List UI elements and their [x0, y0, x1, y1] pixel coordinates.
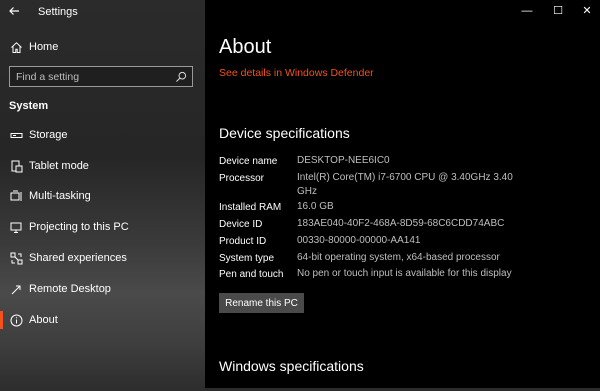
sidebar-item-about[interactable]: About [0, 306, 205, 334]
sidebar-item-label: About [29, 314, 58, 326]
spec-value-ram: 16.0 GB [297, 201, 334, 212]
projecting-icon [9, 220, 23, 234]
storage-icon [9, 128, 23, 142]
spec-label-device-name: Device name [219, 156, 278, 167]
sidebar-item-label: Home [29, 41, 59, 53]
sidebar: Settings Home System Storage Tablet mode… [0, 0, 205, 391]
shared-experiences-icon [9, 251, 23, 265]
sidebar-item-multitasking[interactable]: Multi-tasking [0, 182, 205, 210]
rename-pc-button[interactable]: Rename this PC [219, 293, 304, 313]
sidebar-item-projecting[interactable]: Projecting to this PC [0, 213, 205, 241]
device-specs-heading: Device specifications [219, 125, 350, 141]
tablet-icon [9, 159, 23, 173]
sidebar-item-label: Remote Desktop [29, 283, 111, 295]
sidebar-item-label: Shared experiences [29, 252, 127, 264]
spec-label-device-id: Device ID [219, 219, 263, 230]
page-title: About [219, 36, 272, 58]
sidebar-item-label: Projecting to this PC [29, 221, 129, 233]
home-icon [9, 40, 23, 54]
spec-value-pen-touch: No pen or touch input is available for t… [297, 268, 512, 279]
sidebar-item-storage[interactable]: Storage [0, 121, 205, 149]
spec-value-product-id: 00330-80000-00000-AA141 [297, 235, 421, 246]
defender-link[interactable]: See details in Windows Defender [219, 67, 374, 79]
minimize-button[interactable]: — [517, 4, 537, 18]
section-label-system: System [9, 100, 49, 112]
spec-value-device-id: 183AE040-40F2-468A-8D59-68C6CDD74ABC [297, 218, 505, 229]
spec-value-system-type: 64-bit operating system, x64-based proce… [297, 252, 500, 263]
spec-label-pen-touch: Pen and touch [219, 269, 284, 280]
sidebar-item-tablet-mode[interactable]: Tablet mode [0, 152, 205, 180]
sidebar-item-shared-experiences[interactable]: Shared experiences [0, 244, 205, 272]
windows-specs-heading: Windows specifications [219, 358, 364, 374]
search-box[interactable] [9, 66, 193, 87]
sidebar-item-remote-desktop[interactable]: Remote Desktop [0, 275, 205, 303]
spec-value-device-name: DESKTOP-NEE6IC0 [297, 155, 390, 166]
close-button[interactable]: ✕ [577, 4, 597, 18]
maximize-button[interactable]: ☐ [548, 4, 568, 18]
spec-value-processor: Intel(R) Core(TM) i7-6700 CPU @ 3.40GHz … [297, 172, 513, 197]
back-arrow-icon[interactable] [8, 5, 22, 19]
spec-label-product-id: Product ID [219, 236, 267, 247]
search-input[interactable] [16, 69, 166, 84]
info-icon [9, 313, 23, 327]
sidebar-item-label: Storage [29, 129, 68, 141]
sidebar-item-label: Multi-tasking [29, 190, 91, 202]
window-title: Settings [38, 6, 78, 18]
spec-label-processor: Processor [219, 173, 265, 184]
multitasking-icon [9, 189, 23, 203]
sidebar-item-label: Tablet mode [29, 160, 89, 172]
spec-label-ram: Installed RAM [219, 202, 282, 213]
sidebar-item-home[interactable]: Home [0, 33, 205, 61]
spec-label-system-type: System type [219, 253, 275, 264]
remote-desktop-icon [9, 282, 23, 296]
search-icon[interactable] [175, 70, 188, 83]
